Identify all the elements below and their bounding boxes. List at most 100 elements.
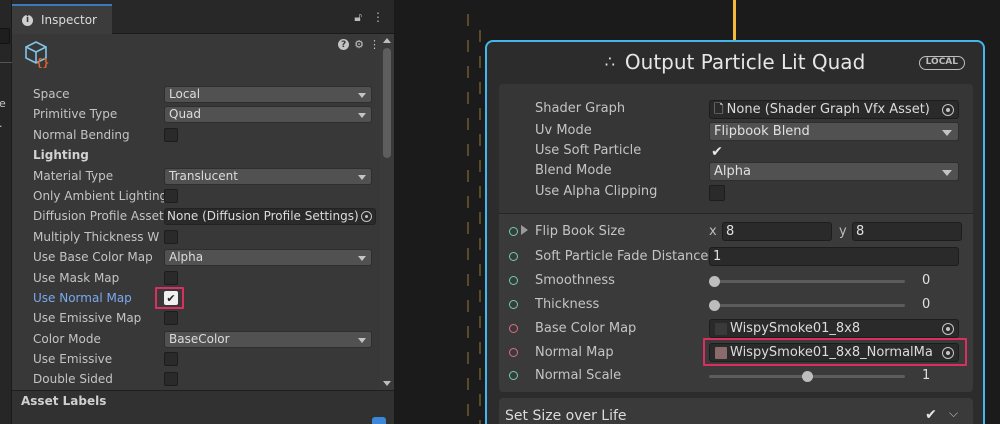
- node-title: ∴ Output Particle Lit Quad: [487, 50, 983, 74]
- property-label: Use Emissive Map: [33, 311, 142, 326]
- scroll-down-arrow-icon[interactable]: [383, 381, 391, 386]
- property-label: Use Normal Map: [33, 290, 132, 305]
- uv-mode-dropdown[interactable]: Flipbook Blend: [709, 122, 959, 141]
- input-port[interactable]: [509, 276, 518, 285]
- dropdown-arrow-icon: [942, 170, 952, 176]
- normal-map-value: WispySmoke01_8x8_NormalMa: [730, 345, 933, 360]
- base-color-map-field[interactable]: WispySmoke01_8x8: [709, 319, 959, 338]
- expand-arrow-icon[interactable]: [521, 225, 528, 235]
- property-dropdown[interactable]: BaseColor: [164, 330, 372, 348]
- scroll-up-arrow-icon[interactable]: [383, 38, 391, 43]
- kebab-menu-icon[interactable]: ⋮: [372, 10, 384, 25]
- space-badge[interactable]: LOCAL: [918, 56, 965, 70]
- object-picker-icon[interactable]: [942, 347, 954, 359]
- property-row: Color Mode BaseColor: [12, 329, 378, 349]
- asset-labels-section[interactable]: Asset Labels: [12, 390, 394, 424]
- dropdown-value: Translucent: [169, 168, 238, 183]
- tag-icon[interactable]: [372, 417, 386, 424]
- object-picker-icon[interactable]: [361, 211, 372, 223]
- vfx-graph-canvas[interactable]: ∴ Output Particle Lit Quad LOCAL Shader G…: [395, 0, 1000, 424]
- document-icon: 🗋︎: [714, 102, 724, 116]
- object-field[interactable]: None (Diffusion Profile Settings): [164, 208, 376, 226]
- input-port[interactable]: [509, 348, 518, 357]
- texture-thumbnail: [715, 323, 727, 335]
- use-alpha-clipping-checkbox[interactable]: [709, 185, 725, 201]
- slot-label: Thickness: [535, 297, 600, 312]
- vfx-asset-icon: {}: [25, 41, 49, 69]
- setting-uv-mode: Uv Mode Flipbook Blend: [499, 121, 973, 141]
- property-dropdown[interactable]: Translucent: [164, 167, 372, 185]
- property-dropdown[interactable]: Alpha: [164, 249, 372, 267]
- dropdown-value: Alpha: [169, 250, 204, 265]
- dropdown-value: Local: [169, 87, 201, 101]
- property-row: Diffusion Profile Asset None (Diffusion P…: [12, 206, 378, 226]
- property-checkbox[interactable]: [164, 270, 178, 285]
- smoothness-value[interactable]: 0: [917, 271, 961, 290]
- normal-map-field[interactable]: WispySmoke01_8x8_NormalMa: [709, 343, 959, 362]
- tab-inspector[interactable]: i Inspector: [12, 4, 112, 34]
- slot-label: Soft Particle Fade Distance: [535, 249, 709, 264]
- property-checkbox[interactable]: [164, 311, 178, 326]
- slider-thumb[interactable]: [801, 371, 813, 382]
- texture-thumbnail: [715, 347, 727, 359]
- help-icon[interactable]: ?: [338, 39, 350, 50]
- flip-y-value[interactable]: 8: [852, 222, 962, 241]
- shader-graph-field[interactable]: 🗋︎ None (Shader Graph Vfx Asset): [709, 100, 959, 119]
- property-label: Only Ambient Lighting: [33, 188, 165, 203]
- flip-x-value[interactable]: 8: [722, 222, 832, 241]
- thickness-slider[interactable]: [709, 300, 905, 311]
- thickness-value[interactable]: 0: [917, 295, 961, 314]
- scrollbar-thumb[interactable]: [383, 48, 391, 158]
- block-enabled-checkbox[interactable]: ✔: [923, 408, 939, 424]
- blend-mode-value: Alpha: [714, 164, 751, 179]
- input-port[interactable]: [509, 300, 518, 309]
- property-label: Diffusion Profile Asset: [33, 209, 164, 224]
- property-checkbox[interactable]: [164, 372, 178, 387]
- property-row: Material Type Translucent: [12, 166, 378, 186]
- lock-icon[interactable]: 🔓︎: [354, 10, 362, 25]
- tab-inspector-label: Inspector: [41, 13, 97, 27]
- property-checkbox[interactable]: [164, 229, 178, 244]
- normal-scale-slider[interactable]: [709, 371, 905, 382]
- property-checkbox[interactable]: [164, 127, 178, 142]
- flow-connection[interactable]: [733, 0, 736, 40]
- input-port[interactable]: [509, 324, 518, 333]
- node-title-text: Output Particle Lit Quad: [624, 50, 866, 74]
- shader-graph-value: None (Shader Graph Vfx Asset): [726, 102, 930, 117]
- output-particle-node[interactable]: ∴ Output Particle Lit Quad LOCAL Shader G…: [485, 40, 985, 424]
- input-port[interactable]: [509, 371, 518, 380]
- inspector-panel: i Inspector 🔓︎ ⋮ {} ? ⚙︎ ⋮ Space Local Pri…: [12, 0, 394, 424]
- slider-thumb[interactable]: [709, 276, 720, 287]
- object-picker-icon[interactable]: [942, 323, 954, 335]
- smoothness-slider[interactable]: [709, 276, 905, 287]
- block-set-size-over-life[interactable]: Set Size over Life ✔ ⌵: [499, 398, 973, 424]
- blend-mode-dropdown[interactable]: Alpha: [709, 162, 959, 181]
- dropdown-arrow-icon: [942, 130, 952, 136]
- input-port[interactable]: [509, 227, 518, 236]
- input-port[interactable]: [509, 252, 518, 261]
- property-label: Use Emissive: [33, 352, 113, 367]
- slot-thickness: Thickness 0: [499, 294, 973, 318]
- property-checkbox[interactable]: [164, 352, 178, 367]
- left-panel-field[interactable]: [0, 28, 10, 44]
- property-checkbox[interactable]: [164, 188, 178, 203]
- slider-thumb[interactable]: [709, 300, 720, 311]
- soft-fade-value[interactable]: 1: [709, 247, 959, 266]
- property-row: Use Emissive: [12, 349, 378, 369]
- kebab-menu-icon[interactable]: ⋮: [369, 38, 380, 51]
- setting-use-alpha-clipping: Use Alpha Clipping: [499, 182, 973, 202]
- chevron-down-icon[interactable]: ⌵: [949, 406, 958, 421]
- property-row: Use Mask Map: [12, 268, 378, 288]
- normal-scale-value[interactable]: 1: [917, 366, 961, 385]
- object-field-value: None (Diffusion Profile Settings): [167, 209, 359, 224]
- use-soft-particle-checkbox[interactable]: ✔: [709, 144, 725, 160]
- property-dropdown[interactable]: Quad: [164, 106, 372, 124]
- gear-icon[interactable]: ⚙︎: [354, 38, 364, 51]
- property-dropdown[interactable]: Local: [164, 86, 372, 103]
- node-context: Shader Graph 🗋︎ None (Shader Graph Vfx As…: [499, 84, 973, 392]
- property-checkbox[interactable]: ✔: [164, 290, 178, 305]
- object-picker-icon[interactable]: [942, 104, 954, 116]
- dropdown-arrow-icon: [358, 337, 366, 343]
- inspector-scrollbar[interactable]: [380, 34, 394, 390]
- base-color-map-value: WispySmoke01_8x8: [730, 321, 861, 336]
